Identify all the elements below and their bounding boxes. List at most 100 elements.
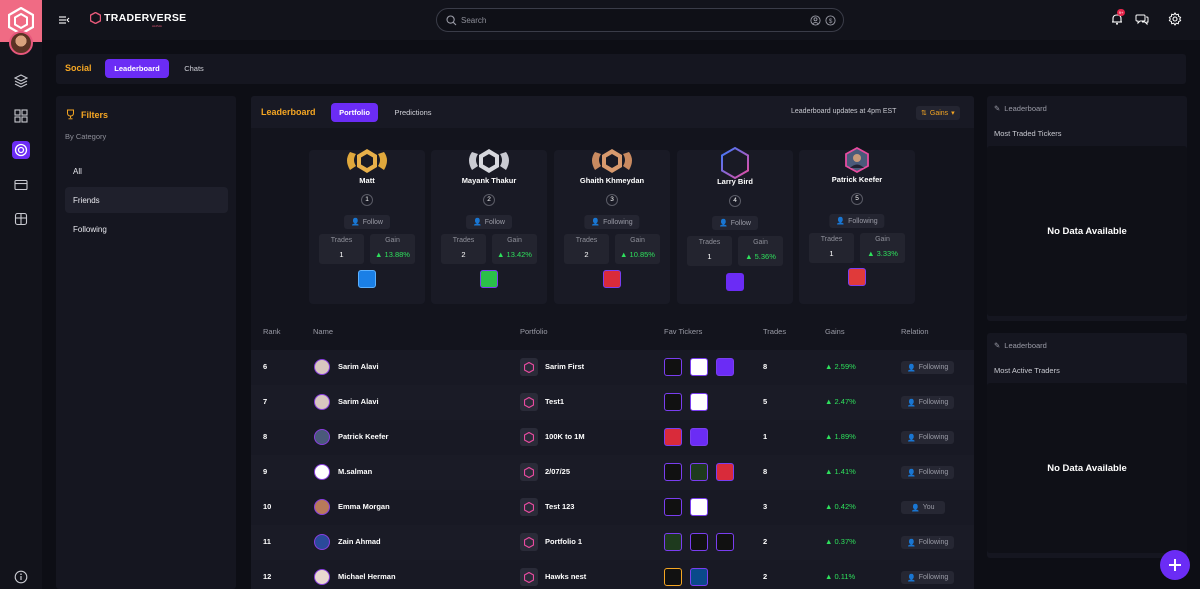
table-header: Rank Name Portfolio Fav Tickers Trades G…: [251, 324, 974, 338]
apple-icon[interactable]: [664, 498, 682, 516]
podium-rank: 3: [606, 194, 618, 206]
follow-button[interactable]: 👤 Follow: [712, 216, 758, 230]
ethereum-icon[interactable]: [664, 568, 682, 586]
relation-button[interactable]: 👤 Following: [901, 536, 955, 549]
podium-card[interactable]: Ghaith Khmeydan 3 👤 Following Trades 2 Gai…: [554, 149, 670, 304]
card-icon[interactable]: [12, 176, 30, 194]
nvidia-icon[interactable]: [690, 463, 708, 481]
microsoft-icon[interactable]: [690, 498, 708, 516]
apple-icon[interactable]: [664, 358, 682, 376]
relation-button[interactable]: 👤 You: [901, 501, 945, 514]
row-name[interactable]: M.salman: [338, 467, 372, 476]
row-portfolio[interactable]: 100K to 1M: [545, 432, 585, 441]
search-input[interactable]: [461, 13, 801, 27]
portfolio-hex-icon: [520, 358, 538, 376]
user-check-icon: 👤: [907, 469, 916, 477]
follow-button[interactable]: 👤 Follow: [466, 215, 512, 229]
purple-square-icon[interactable]: [726, 273, 744, 291]
row-gains: ▲ 2.47%: [825, 397, 856, 406]
table-row[interactable]: 12 Michael Herman Hawks nest 2 ▲ 0.11% 👤…: [251, 560, 974, 589]
table-row[interactable]: 11 Zain Ahmad Portfolio 1 2 ▲ 0.37% 👤 Fol…: [251, 525, 974, 560]
row-gains: ▲ 0.11%: [825, 572, 856, 581]
brand-logo-icon: [90, 12, 101, 24]
following-button[interactable]: 👤 Following: [584, 215, 640, 229]
table-row[interactable]: 6 Sarim Alavi Sarim First 8 ▲ 2.59% 👤 Fol…: [251, 350, 974, 385]
gains-sort-dropdown[interactable]: ⇅ Gains ▾: [916, 106, 960, 120]
user-avatar[interactable]: [9, 31, 33, 55]
podium-card[interactable]: Larry Bird 4 👤 Follow Trades 1 Gain ▲ 5.36%: [677, 146, 793, 304]
relation-button[interactable]: 👤 Following: [901, 361, 955, 374]
podium-card[interactable]: Mayank Thakur 2 👤 Follow Trades 2 Gain ▲ 13…: [431, 149, 547, 304]
row-name[interactable]: Emma Morgan: [338, 502, 390, 511]
row-rank: 12: [263, 572, 272, 581]
dollar-icon[interactable]: $: [825, 15, 836, 26]
podium-name: Larry Bird: [717, 177, 753, 186]
table-row[interactable]: 8 Patrick Keefer 100K to 1M 1 ▲ 1.89% 👤 F…: [251, 420, 974, 455]
purple-square-icon[interactable]: [716, 358, 734, 376]
tab-predictions[interactable]: Predictions: [386, 103, 440, 122]
blue-power-icon[interactable]: [358, 270, 376, 288]
tab-leaderboard[interactable]: Leaderboard: [105, 59, 169, 78]
microsoft-icon[interactable]: [690, 393, 708, 411]
microsoft-icon[interactable]: [690, 358, 708, 376]
row-name[interactable]: Michael Herman: [338, 572, 396, 581]
following-button[interactable]: 👤 Following: [829, 214, 885, 228]
apple-icon[interactable]: [664, 393, 682, 411]
tab-chats[interactable]: Chats: [176, 59, 212, 78]
amazon-icon[interactable]: [716, 533, 734, 551]
brand[interactable]: TRADERVERSE: [90, 12, 186, 24]
user-search-icon[interactable]: [810, 15, 821, 26]
chat-icon[interactable]: [1135, 12, 1149, 26]
row-name[interactable]: Zain Ahmad: [338, 537, 381, 546]
social-title: Social: [65, 63, 92, 73]
row-portfolio[interactable]: 2/07/25: [545, 467, 570, 476]
red-brand-icon[interactable]: [848, 268, 866, 286]
follow-label: Following: [603, 218, 633, 226]
tesla-icon[interactable]: [603, 270, 621, 288]
row-portfolio[interactable]: Portfolio 1: [545, 537, 582, 546]
apple-icon[interactable]: [690, 533, 708, 551]
row-portfolio[interactable]: Hawks nest: [545, 572, 586, 581]
row-portfolio[interactable]: Sarim First: [545, 362, 584, 371]
row-name[interactable]: Sarim Alavi: [338, 362, 379, 371]
filter-following[interactable]: Following: [65, 216, 228, 242]
green-leaf-icon[interactable]: [480, 270, 498, 288]
row-name[interactable]: Patrick Keefer: [338, 432, 388, 441]
row-portfolio[interactable]: Test1: [545, 397, 564, 406]
podium-card[interactable]: Matt 1 👤 Follow Trades 1 Gain ▲ 13.88%: [309, 149, 425, 304]
row-trades: 2: [763, 537, 768, 546]
relation-button[interactable]: 👤 Following: [901, 396, 955, 409]
store-icon[interactable]: [12, 210, 30, 228]
nvidia-icon[interactable]: [664, 533, 682, 551]
filter-all[interactable]: All: [65, 158, 228, 184]
relation-button[interactable]: 👤 Following: [901, 571, 955, 584]
user-plus-icon: 👤: [351, 219, 360, 226]
table-row[interactable]: 7 Sarim Alavi Test1 5 ▲ 2.47% 👤 Following: [251, 385, 974, 420]
follow-button[interactable]: 👤 Follow: [344, 215, 390, 229]
tesla-icon[interactable]: [664, 428, 682, 446]
social-icon[interactable]: [12, 141, 30, 159]
info-icon[interactable]: [14, 570, 28, 584]
row-name[interactable]: Sarim Alavi: [338, 397, 379, 406]
add-button[interactable]: [1160, 550, 1190, 580]
purple-square-icon[interactable]: [690, 428, 708, 446]
table-row[interactable]: 10 Emma Morgan Test 123 3 ▲ 0.42% 👤 You: [251, 490, 974, 525]
table-row[interactable]: 9 M.salman 2/07/25 8 ▲ 1.41% 👤 Following: [251, 455, 974, 490]
podium-card[interactable]: Patrick Keefer 5 👤 Following Trades 1 Gain…: [799, 146, 915, 304]
row-portfolio[interactable]: Test 123: [545, 502, 574, 511]
menu-collapse-icon[interactable]: [58, 14, 70, 26]
grid-icon[interactable]: [12, 107, 30, 125]
trades-label: Trades: [330, 237, 353, 244]
filter-friends[interactable]: Friends: [65, 187, 228, 213]
trades-value: 2: [584, 250, 589, 259]
gain-label: Gain: [507, 237, 522, 244]
tab-portfolio[interactable]: Portfolio: [331, 103, 378, 122]
tesla-icon[interactable]: [716, 463, 734, 481]
gear-icon[interactable]: [1168, 12, 1182, 26]
apple-icon[interactable]: [664, 463, 682, 481]
bank-icon[interactable]: [690, 568, 708, 586]
relation-button[interactable]: 👤 Following: [901, 466, 955, 479]
relation-button[interactable]: 👤 Following: [901, 431, 955, 444]
filters-subtitle: By Category: [65, 132, 107, 141]
layers-icon[interactable]: [12, 72, 30, 90]
